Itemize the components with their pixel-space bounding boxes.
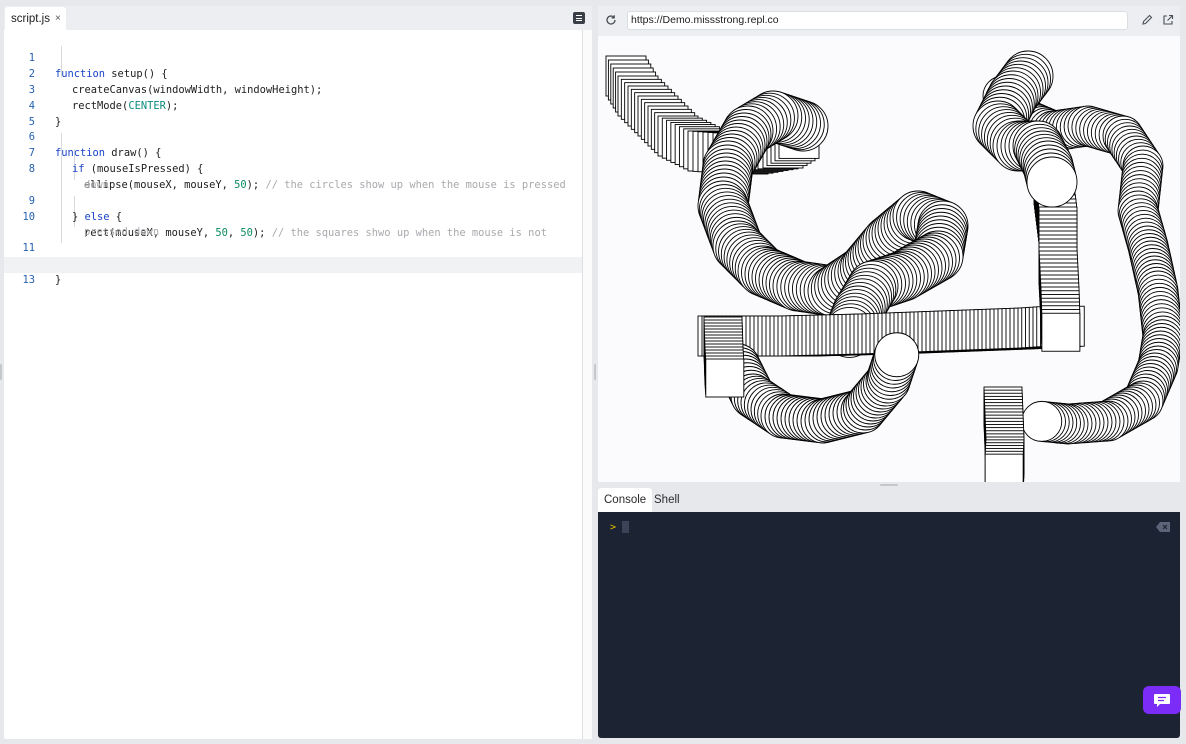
close-icon[interactable]: × bbox=[55, 13, 61, 24]
code-line: 2 createCanvas(windowWidth, windowHeight… bbox=[4, 51, 592, 96]
code-line-wrap: pressed down bbox=[84, 225, 160, 238]
code-line: 9 } else { bbox=[4, 178, 592, 223]
line-number: 13 bbox=[22, 273, 35, 286]
sketch-drawing bbox=[605, 50, 1180, 482]
code-line: 10 rect(mouseX, mouseY, 50, 50); // the … bbox=[4, 194, 592, 239]
code-editor-pane: script.js × 1 function setup() { 2 creat… bbox=[4, 6, 592, 739]
editor-scrollbar[interactable] bbox=[582, 30, 592, 739]
pencil-icon[interactable] bbox=[1141, 14, 1153, 26]
code-line-active: 13 bbox=[4, 257, 592, 286]
code-line: 12 } bbox=[4, 241, 592, 286]
clear-console-icon[interactable] bbox=[1156, 522, 1170, 532]
console-cursor bbox=[622, 521, 629, 533]
code-line: 3 rectMode(CENTER); bbox=[4, 67, 592, 112]
console-prompt: > bbox=[610, 522, 617, 533]
chat-icon bbox=[1154, 694, 1170, 707]
trail-square bbox=[984, 453, 1024, 482]
tab-label: script.js bbox=[11, 12, 50, 25]
open-new-tab-icon[interactable] bbox=[1162, 14, 1174, 26]
outline-icon[interactable] bbox=[573, 12, 585, 24]
code-line: 1 function setup() { bbox=[4, 35, 592, 80]
reload-icon[interactable] bbox=[604, 13, 618, 27]
tab-console[interactable]: Console bbox=[598, 488, 653, 512]
code-line: 6 function draw() { bbox=[4, 114, 592, 159]
code-line: 5 bbox=[4, 99, 592, 128]
drag-handle[interactable] bbox=[880, 484, 898, 486]
code-area[interactable]: 1 function setup() { 2 createCanvas(wind… bbox=[4, 30, 592, 739]
editor-tab-bar: script.js × bbox=[4, 6, 592, 30]
drag-handle[interactable] bbox=[594, 364, 596, 380]
trail-circle bbox=[874, 332, 920, 378]
code-line: 4 } bbox=[4, 83, 592, 128]
code-line: 11 } bbox=[4, 225, 592, 270]
code-line: 8 ellipse(mouseX, mouseY, 50); // the ci… bbox=[4, 146, 592, 191]
chat-button[interactable] bbox=[1143, 686, 1181, 714]
drag-handle[interactable] bbox=[0, 364, 2, 380]
trail-circle bbox=[1021, 400, 1063, 442]
tab-shell[interactable]: Shell bbox=[648, 488, 686, 512]
tab-script-js[interactable]: script.js × bbox=[5, 7, 66, 30]
console-tab-bar: Console Shell bbox=[598, 488, 1180, 512]
code-line: 7 if (mouseIsPressed) { bbox=[4, 130, 592, 175]
url-input[interactable]: https://Demo.missstrong.repl.co bbox=[627, 11, 1128, 30]
code-line-wrap: down bbox=[84, 178, 110, 191]
trail-square bbox=[1041, 312, 1081, 352]
console-output[interactable]: > bbox=[598, 512, 1180, 738]
webview-pane: https://Demo.missstrong.repl.co bbox=[598, 6, 1180, 482]
trail-square bbox=[705, 358, 745, 398]
trail-circle bbox=[1026, 156, 1078, 208]
webview-toolbar: https://Demo.missstrong.repl.co bbox=[598, 6, 1180, 36]
p5-canvas[interactable] bbox=[598, 36, 1180, 482]
